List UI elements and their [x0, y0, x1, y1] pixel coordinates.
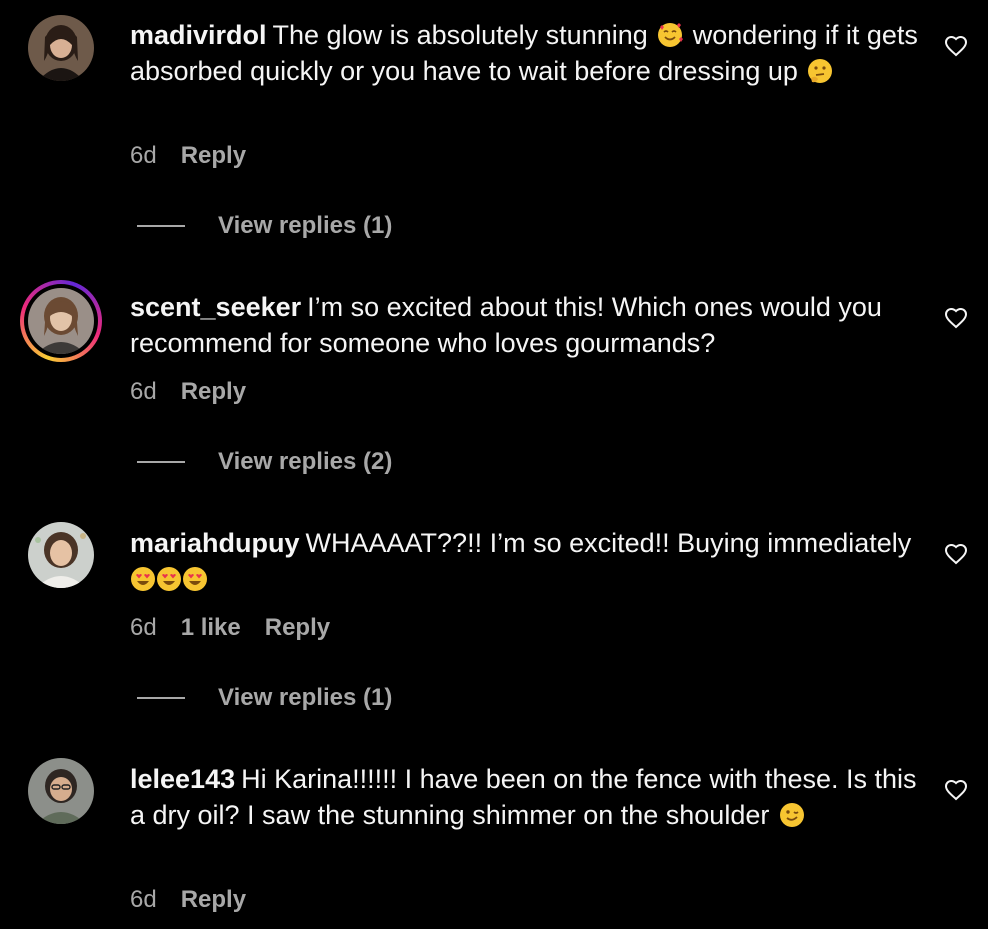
- reply-button[interactable]: Reply: [181, 142, 246, 170]
- reply-button[interactable]: Reply: [265, 614, 330, 642]
- divider: [137, 225, 185, 227]
- heart-eyes-icon: [131, 567, 155, 591]
- heart-icon[interactable]: [944, 34, 968, 58]
- divider: [137, 461, 185, 463]
- timestamp: 6d: [130, 614, 157, 641]
- divider: [137, 697, 185, 699]
- heart-eyes-icon: [183, 567, 207, 591]
- comment-body: The glow is absolutely stunning: [272, 20, 648, 50]
- comment-meta: 6d 1 like Reply: [130, 614, 330, 642]
- avatar[interactable]: [28, 288, 94, 354]
- reply-button[interactable]: Reply: [181, 886, 246, 914]
- smiling-face-with-hearts-icon: [658, 23, 684, 47]
- view-replies-label: View replies (1): [218, 212, 393, 239]
- comment-text: lelee143 Hi Karina!!!!!! I have been on t…: [130, 761, 920, 833]
- reply-button[interactable]: Reply: [181, 378, 246, 406]
- username[interactable]: scent_seeker: [130, 292, 301, 322]
- heart-icon[interactable]: [944, 778, 968, 802]
- username[interactable]: mariahdupuy: [130, 528, 300, 558]
- winking-face-icon: [779, 803, 804, 827]
- view-replies-label: View replies (1): [218, 684, 393, 711]
- comment-text: madivirdol The glow is absolutely stunnin…: [130, 17, 920, 89]
- heart-eyes-emojis: [130, 564, 208, 594]
- comment-text: mariahdupuy WHAAAAT??!! I’m so excited!! …: [130, 525, 920, 597]
- avatar[interactable]: [28, 522, 94, 588]
- username[interactable]: madivirdol: [130, 20, 267, 50]
- username[interactable]: lelee143: [130, 764, 235, 794]
- comment-meta: 6d Reply: [130, 142, 246, 170]
- story-ring[interactable]: [20, 280, 102, 362]
- thinking-face-icon: [808, 59, 833, 83]
- heart-icon[interactable]: [944, 542, 968, 566]
- comment-text: scent_seeker I’m so excited about this! W…: [130, 289, 920, 361]
- view-replies-button[interactable]: View replies (2): [137, 448, 392, 476]
- likes-count[interactable]: 1 like: [181, 614, 241, 642]
- avatar[interactable]: [28, 758, 94, 824]
- view-replies-button[interactable]: View replies (1): [137, 212, 392, 240]
- comment-meta: 6d Reply: [130, 378, 246, 406]
- heart-eyes-icon: [157, 567, 181, 591]
- timestamp: 6d: [130, 378, 157, 405]
- view-replies-button[interactable]: View replies (1): [137, 684, 392, 712]
- timestamp: 6d: [130, 886, 157, 913]
- avatar[interactable]: [28, 15, 94, 81]
- timestamp: 6d: [130, 142, 157, 169]
- heart-icon[interactable]: [944, 306, 968, 330]
- comment-body: WHAAAAT??!! I’m so excited!! Buying imme…: [305, 528, 912, 558]
- view-replies-label: View replies (2): [218, 448, 393, 475]
- comment-meta: 6d Reply: [130, 886, 246, 914]
